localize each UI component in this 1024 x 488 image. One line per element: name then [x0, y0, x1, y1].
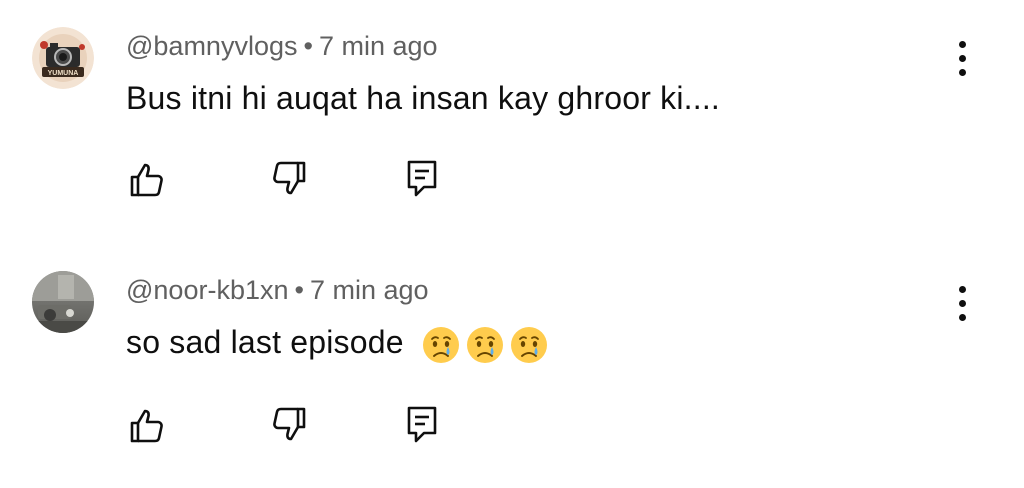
thumbs-up-icon: [130, 163, 163, 197]
crying-face-emoji-icon: [422, 326, 459, 363]
comment-item: @noor-kb1xn • 7 min ago so sad last episod…: [0, 244, 1024, 484]
more-vert-dot: [958, 54, 966, 62]
photo-avatar-icon: [32, 271, 94, 333]
thumbs-up-icon: [130, 409, 163, 443]
more-options-button[interactable]: [944, 281, 980, 325]
more-vert-dot: [958, 68, 966, 76]
comment-time[interactable]: 7 min ago: [319, 31, 438, 61]
more-vert-icon: [958, 40, 966, 48]
comment-author[interactable]: @bamnyvlogs: [126, 31, 297, 61]
dislike-button[interactable]: [268, 156, 312, 200]
comment-time[interactable]: 7 min ago: [310, 275, 429, 305]
crying-face-emoji-icon: [466, 326, 503, 363]
more-vert-dot: [958, 299, 966, 307]
thumbs-down-icon: [273, 407, 306, 441]
comment-text-body: so sad last episode: [126, 324, 404, 360]
comment-meta: @bamnyvlogs • 7 min ago: [126, 31, 438, 62]
more-vert-dot: [958, 313, 966, 321]
more-options-button[interactable]: [944, 36, 980, 80]
meta-separator: •: [294, 275, 304, 305]
avatar-logo-text: YUMUNA: [48, 70, 79, 77]
dislike-button[interactable]: [268, 402, 312, 446]
camera-logo-avatar-icon: YUMUNA: [32, 27, 94, 89]
comment-text: Bus itni hi auqat ha insan kay ghroor ki…: [126, 80, 721, 116]
comment-text: so sad last episode: [126, 324, 549, 365]
reply-icon: [407, 406, 437, 443]
thumbs-down-icon: [273, 161, 306, 195]
emoji-group: [421, 325, 549, 365]
comment-author[interactable]: @noor-kb1xn: [126, 275, 289, 305]
reply-button[interactable]: [400, 156, 444, 200]
reply-button[interactable]: [400, 402, 444, 446]
avatar[interactable]: YUMUNA: [32, 27, 94, 89]
comment-meta: @noor-kb1xn • 7 min ago: [126, 275, 429, 306]
crying-face-emoji-icon: [510, 326, 547, 363]
reply-icon: [407, 160, 437, 197]
like-button[interactable]: [124, 404, 168, 448]
more-vert-icon: [958, 285, 966, 293]
like-button[interactable]: [124, 158, 168, 202]
comment-item: YUMUNA @bamnyvlogs • 7 min ago Bus itni hi…: [0, 0, 1024, 240]
avatar[interactable]: [32, 271, 94, 333]
meta-separator: •: [303, 31, 313, 61]
